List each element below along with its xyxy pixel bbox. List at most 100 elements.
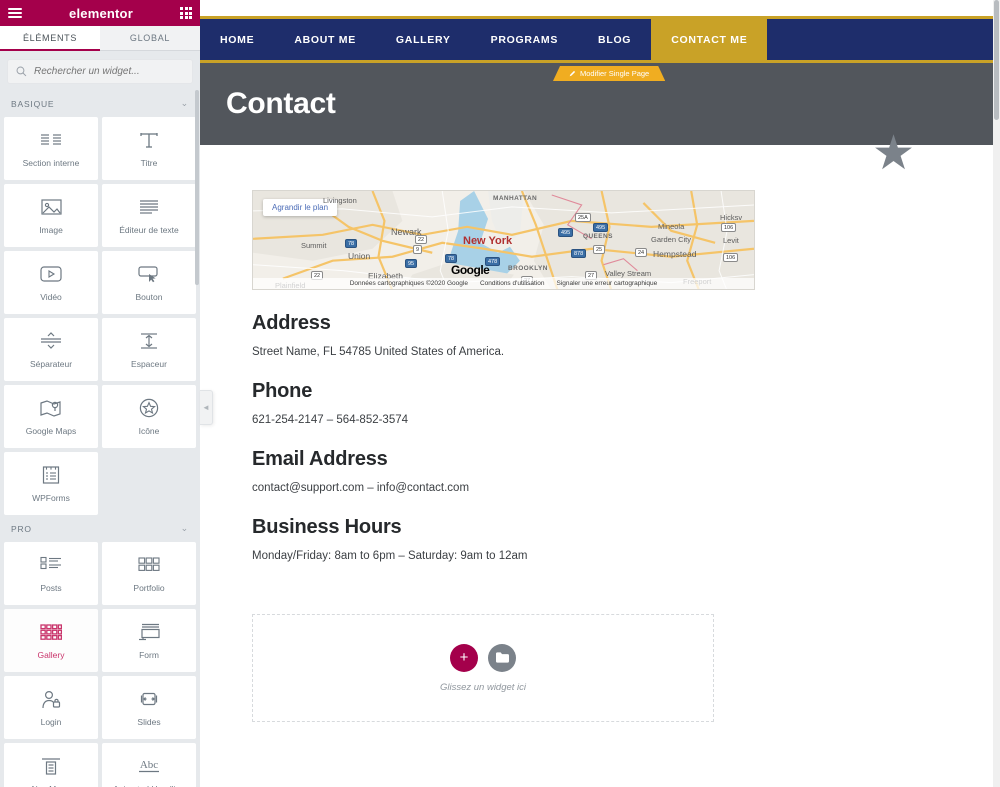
category-header-basique[interactable]: BASIQUE ⌄	[0, 90, 200, 117]
portfolio-icon	[138, 554, 160, 576]
widget-form[interactable]: Form	[102, 609, 196, 672]
widget-portfolio[interactable]: Portfolio	[102, 542, 196, 605]
widget-login[interactable]: Login	[4, 676, 98, 739]
edit-single-page-button[interactable]: Modifier Single Page	[553, 66, 665, 81]
dropzone-label: Glissez un widget ici	[439, 681, 527, 693]
widget-espaceur[interactable]: Espaceur	[102, 318, 196, 381]
preview-scrollbar[interactable]	[993, 0, 1000, 787]
widget-editeur-de-texte[interactable]: Éditeur de texte	[102, 184, 196, 247]
widget-google-maps[interactable]: Google Maps	[4, 385, 98, 448]
widget-animated-headline[interactable]: Abc Animated Headline	[102, 743, 196, 787]
widget-panel: elementor ÉLÉMENTS GLOBAL BASIQUE ⌄	[0, 0, 200, 787]
widget-label: Google Maps	[25, 426, 77, 436]
route-shield: 106	[723, 253, 739, 262]
heading-email-address: Email Address	[252, 448, 388, 470]
heading-phone: Phone	[252, 380, 313, 402]
widget-grid-basique: Section interne Titre Image Éditeur de t…	[0, 117, 200, 515]
wpforms-icon	[42, 464, 60, 486]
widget-label: WPForms	[32, 493, 70, 503]
widget-separateur[interactable]: Séparateur	[4, 318, 98, 381]
map-label: Hempstead	[653, 249, 697, 259]
map-label: MANHATTAN	[493, 195, 538, 202]
panel-scrollbar[interactable]	[195, 90, 199, 285]
widget-label: Image	[39, 225, 63, 235]
widget-list-scroll[interactable]: BASIQUE ⌄ Section interne Titre Image Éd…	[0, 90, 200, 787]
widget-gallery[interactable]: Gallery	[4, 609, 98, 672]
elementor-editor: elementor ÉLÉMENTS GLOBAL BASIQUE ⌄	[0, 0, 1000, 787]
widget-posts[interactable]: Posts	[4, 542, 98, 605]
top-gold-rule	[200, 0, 1000, 19]
animated-headline-icon: Abc	[136, 755, 162, 777]
map-label: Valley Stream	[605, 269, 652, 278]
nav-menu-icon	[41, 755, 61, 777]
chevron-down-icon: ⌄	[180, 98, 189, 108]
widget-image[interactable]: Image	[4, 184, 98, 247]
slides-icon	[138, 688, 160, 710]
widget-grid-pro: Posts Portfolio Gallery Form Login Slide…	[0, 542, 200, 787]
nav-item-about-me[interactable]: ABOUT ME	[274, 19, 376, 60]
widget-label: Slides	[137, 717, 161, 727]
spacer-icon	[138, 330, 160, 352]
panel-collapse-handle[interactable]: ◄	[200, 390, 213, 425]
widget-slides[interactable]: Slides	[102, 676, 196, 739]
text-email-address: contact@support.com – info@contact.com	[252, 482, 470, 494]
button-icon	[138, 263, 160, 285]
widget-wpforms[interactable]: WPForms	[4, 452, 98, 515]
hamburger-menu-icon[interactable]	[8, 8, 22, 18]
add-widget-button[interactable]: +	[450, 643, 478, 672]
category-header-pro[interactable]: PRO ⌄	[0, 515, 200, 542]
tab-global[interactable]: GLOBAL	[100, 26, 200, 51]
widget-nav-menu[interactable]: Nav Menu	[4, 743, 98, 787]
map-label: Hicksv	[720, 213, 743, 222]
nav-item-gallery[interactable]: GALLERY	[376, 19, 471, 60]
widget-label: Éditeur de texte	[119, 225, 179, 235]
map-label: Summit	[301, 241, 327, 250]
map-label: BROOKLYN	[508, 265, 548, 272]
page-title: Contact	[226, 87, 336, 120]
heading-business-hours: Business Hours	[252, 516, 402, 538]
route-shield: 78	[345, 239, 358, 248]
map-attr-report[interactable]: Signaler une erreur cartographique	[556, 280, 657, 287]
map-attr-terms[interactable]: Conditions d'utilisation	[480, 280, 544, 287]
map-label: Union	[348, 251, 371, 261]
login-icon	[41, 688, 61, 710]
widget-video[interactable]: Vidéo	[4, 251, 98, 314]
apps-grid-icon[interactable]	[180, 7, 192, 19]
nav-item-home[interactable]: HOME	[200, 19, 274, 60]
map-attribution: Données cartographiques ©2020 Google Con…	[253, 278, 754, 289]
widget-label: Login	[40, 717, 62, 727]
panel-header: elementor	[0, 0, 200, 26]
widget-icone[interactable]: Icône	[102, 385, 196, 448]
heading-address: Address	[252, 312, 331, 334]
route-shield: 25A	[575, 213, 591, 222]
nav-item-programs[interactable]: PROGRAMS	[471, 19, 578, 60]
edit-tab-container: Modifier Single Page	[200, 66, 1000, 82]
route-shield: 78	[445, 254, 458, 263]
map-label-new-york: New York	[463, 235, 513, 247]
route-shield: 495	[558, 228, 574, 237]
widget-section-interne[interactable]: Section interne	[4, 117, 98, 180]
widget-label: Posts	[40, 583, 62, 593]
tab-elements[interactable]: ÉLÉMENTS	[0, 26, 100, 51]
widget-label: Titre	[140, 158, 158, 168]
add-template-button[interactable]	[488, 643, 516, 672]
nav-item-blog[interactable]: BLOG	[578, 19, 651, 60]
route-shield: 106	[721, 223, 737, 232]
widget-grid-filler	[102, 452, 196, 515]
nav-item-contact-me[interactable]: CONTACT ME	[651, 19, 768, 60]
chevron-down-icon: ⌄	[180, 523, 189, 533]
pencil-icon	[569, 70, 576, 77]
widget-bouton[interactable]: Bouton	[102, 251, 196, 314]
page-preview: HOME ABOUT ME GALLERY PROGRAMS BLOG CONT…	[200, 0, 1000, 787]
folder-icon	[495, 652, 509, 663]
map-attr-copyright: Données cartographiques ©2020 Google	[349, 280, 468, 287]
category-label: BASIQUE	[11, 98, 55, 109]
google-map-widget[interactable]: Agrandir le plan New York Livingston MAN…	[252, 190, 755, 290]
widget-dropzone[interactable]: + Glissez un widget ici	[252, 614, 714, 722]
search-input[interactable]	[34, 66, 184, 77]
site-navigation: HOME ABOUT ME GALLERY PROGRAMS BLOG CONT…	[200, 19, 1000, 63]
widget-label: Section interne	[22, 158, 80, 168]
widget-titre[interactable]: Titre	[102, 117, 196, 180]
route-shield: 95	[405, 259, 418, 268]
star-icon: ★	[871, 127, 915, 180]
